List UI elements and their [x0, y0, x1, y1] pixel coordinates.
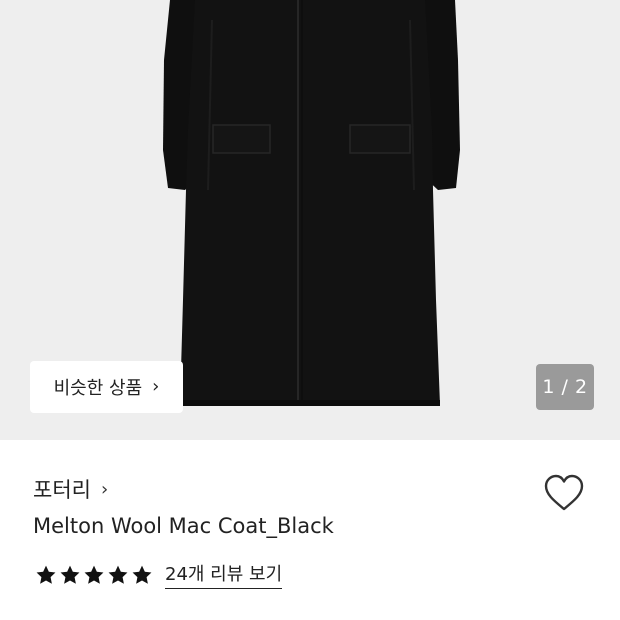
- star-icon: [132, 565, 152, 584]
- similar-products-button[interactable]: 비슷한 상품 ›: [30, 361, 183, 413]
- brand-link[interactable]: 포터리 ›: [33, 474, 108, 504]
- image-page-indicator: 1 / 2: [536, 364, 594, 410]
- star-icon: [108, 565, 128, 584]
- similar-products-label: 비슷한 상품: [53, 378, 143, 399]
- rating-row: 24개 리뷰 보기: [35, 560, 283, 589]
- view-reviews-link[interactable]: 24개 리뷰 보기: [165, 560, 283, 589]
- star-icon: [60, 565, 80, 584]
- star-rating: [35, 564, 153, 586]
- product-image-area[interactable]: 비슷한 상품 › 1 / 2: [0, 0, 620, 440]
- star-icon: [84, 565, 104, 584]
- brand-name: 포터리: [33, 478, 91, 502]
- chevron-right-icon: ›: [100, 478, 109, 500]
- product-title: Melton Wool Mac Coat_Black: [33, 514, 334, 538]
- star-icon: [36, 565, 56, 584]
- wishlist-heart-icon[interactable]: [543, 473, 585, 513]
- chevron-right-icon: ›: [152, 376, 160, 397]
